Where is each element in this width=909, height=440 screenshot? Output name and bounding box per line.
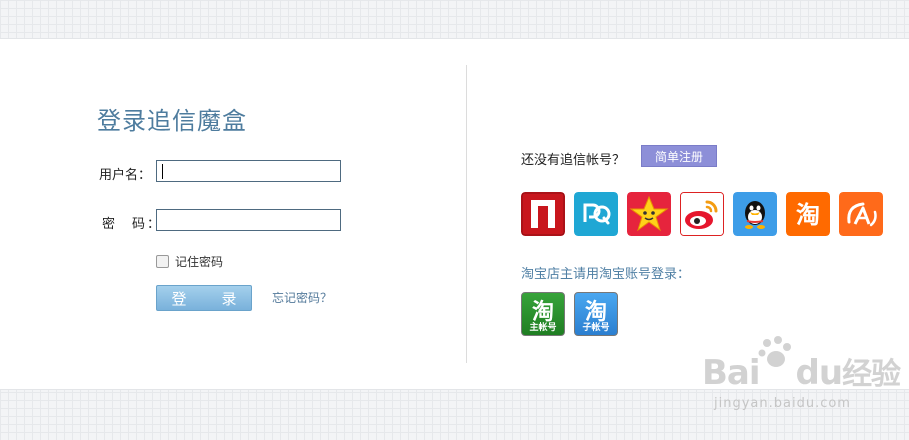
username-label: 用户名： <box>99 168 152 183</box>
register-button[interactable]: 简单注册 <box>641 145 717 167</box>
watermark-url: jingyan.baidu.com <box>714 396 851 411</box>
remember-label: 记住密码 <box>175 255 224 269</box>
watermark-du: du <box>795 353 844 393</box>
xing-icon[interactable] <box>627 192 671 236</box>
remember-password[interactable]: 记住密码 <box>156 253 223 270</box>
taobao-main-account-button[interactable]: 淘 主帐号 <box>521 292 565 336</box>
watermark-jingyan: 经验 <box>842 357 901 392</box>
netease-icon[interactable] <box>521 192 565 236</box>
watermark-bai: Bai <box>702 353 761 393</box>
password-label: 密 码： <box>102 217 163 232</box>
text-cursor <box>162 164 163 179</box>
password-input[interactable] <box>156 209 341 231</box>
remember-checkbox[interactable] <box>156 255 169 268</box>
login-button[interactable]: 登 录 <box>156 285 252 311</box>
taobao-sub-account-button[interactable]: 淘 子帐号 <box>574 292 618 336</box>
sub-account-label: 子帐号 <box>582 323 610 333</box>
weibo-icon[interactable] <box>680 192 724 236</box>
tianya-icon[interactable] <box>574 192 618 236</box>
taobao-hint: 淘宝店主请用淘宝账号登录： <box>521 267 691 282</box>
qq-icon[interactable] <box>733 192 777 236</box>
taobao-icon[interactable]: 淘 <box>786 192 830 236</box>
main-account-label: 主帐号 <box>529 323 557 333</box>
username-input[interactable] <box>156 160 341 182</box>
forgot-password-link[interactable]: 忘记密码？ <box>272 289 332 306</box>
alibaba-icon[interactable] <box>839 192 883 236</box>
watermark-brand: Bai du经验 <box>702 349 901 393</box>
no-account-prompt: 还没有追信帐号？ <box>521 153 626 168</box>
svg-text:淘: 淘 <box>796 201 820 229</box>
page-title: 登录追信魔盒 <box>97 107 247 135</box>
divider <box>466 65 467 363</box>
